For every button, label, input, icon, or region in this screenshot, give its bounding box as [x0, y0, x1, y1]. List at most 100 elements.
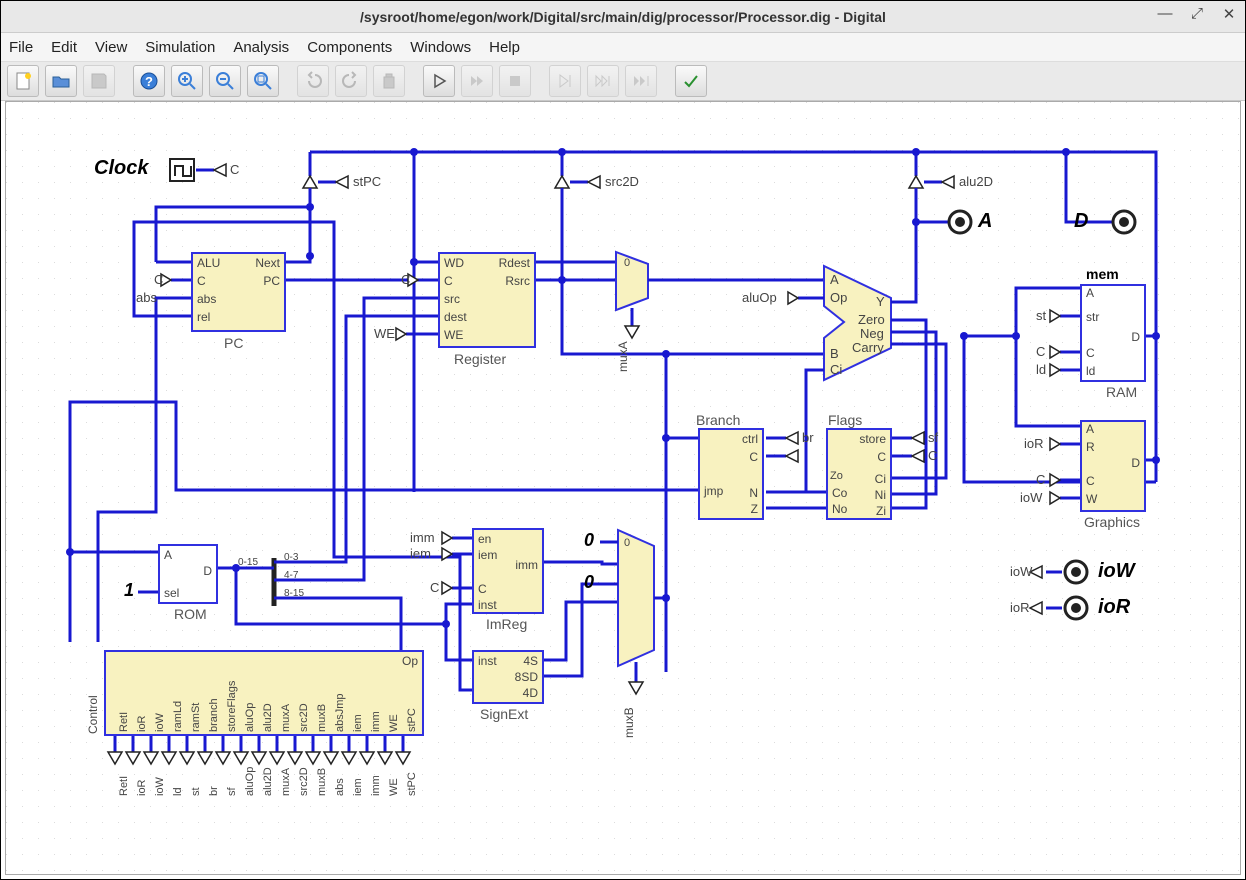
signext-8sd: 8SD — [515, 670, 538, 684]
imreg-c: C — [478, 582, 487, 596]
control-col-iem: iem — [352, 714, 364, 732]
alu-op: Op — [830, 290, 847, 305]
run-to-break-button[interactable] — [625, 65, 657, 97]
control-out-src2D: src2D — [298, 767, 310, 796]
help-button[interactable]: ? — [133, 65, 165, 97]
window-controls: — ⤢ ✕ — [1155, 5, 1239, 23]
zoom-fit-button[interactable] — [247, 65, 279, 97]
control-name: Control — [86, 695, 100, 734]
menu-view[interactable]: View — [95, 39, 127, 56]
menu-edit[interactable]: Edit — [51, 39, 77, 56]
control-col-imm: imm — [370, 711, 382, 732]
ram-st-ext: st — [1036, 308, 1046, 323]
branch-z: Z — [751, 502, 758, 516]
menu-file[interactable]: File — [9, 39, 33, 56]
imreg-iem-ext: iem — [410, 546, 431, 561]
imreg-c-ext: C — [430, 580, 439, 595]
reg-pin-src: src — [444, 292, 460, 306]
probe-ior: ioR — [1098, 596, 1130, 619]
control-col-stPC: stPC — [406, 708, 418, 732]
rom-a: A — [164, 548, 172, 562]
menu-components[interactable]: Components — [307, 39, 392, 56]
pc-abs-ext: abs — [136, 290, 157, 305]
menu-help[interactable]: Help — [489, 39, 520, 56]
app-window: /sysroot/home/egon/work/Digital/src/main… — [0, 0, 1246, 880]
ram-a: A — [1086, 286, 1094, 300]
clock-component[interactable] — [169, 158, 195, 182]
signext-inst: inst — [478, 654, 497, 668]
close-button[interactable]: ✕ — [1219, 5, 1239, 23]
branch-name: Branch — [696, 412, 740, 428]
branch-component[interactable]: ctrl C jmp N Z — [698, 428, 764, 520]
imreg-imm-out: imm — [515, 558, 538, 572]
imreg-imm-ext: imm — [410, 530, 435, 545]
const-zero-a: 0 — [584, 530, 594, 551]
maximize-button[interactable]: ⤢ — [1187, 5, 1207, 23]
rom-sel: sel — [164, 586, 179, 600]
control-out-RetI: RetI — [118, 776, 130, 796]
pc-pin-next: Next — [255, 256, 280, 270]
undo-button[interactable] — [297, 65, 329, 97]
control-col-ramSt: ramSt — [190, 703, 202, 732]
fast-forward-button[interactable] — [461, 65, 493, 97]
control-out-br: br — [208, 786, 220, 796]
control-col-muxB: muxB — [316, 704, 328, 732]
control-out-abs: abs — [334, 778, 346, 796]
menu-simulation[interactable]: Simulation — [145, 39, 215, 56]
zoom-in-button[interactable] — [171, 65, 203, 97]
flags-name: Flags — [828, 412, 862, 428]
graphics-component[interactable]: A R D C W — [1080, 420, 1146, 512]
open-button[interactable] — [45, 65, 77, 97]
menubar: File Edit View Simulation Analysis Compo… — [1, 33, 1245, 61]
flags-component[interactable]: store C Co Ci No Ni Zo Zi — [826, 428, 892, 520]
pc-component[interactable]: ALU C abs rel Next PC — [191, 252, 286, 332]
delete-button[interactable] — [373, 65, 405, 97]
zoom-out-button[interactable] — [209, 65, 241, 97]
control-col-storeFlags: storeFlags — [226, 681, 238, 732]
signext-name: SignExt — [480, 706, 528, 722]
minimize-button[interactable]: — — [1155, 5, 1175, 23]
toolbar: ? — [1, 61, 1245, 101]
gfx-name: Graphics — [1084, 514, 1140, 530]
branch-jmp: jmp — [704, 484, 723, 498]
new-button[interactable] — [7, 65, 39, 97]
pc-pin-abs: abs — [197, 292, 216, 306]
save-button[interactable] — [83, 65, 115, 97]
pc-pin-pc: PC — [263, 274, 280, 288]
ram-ld-ext: ld — [1036, 362, 1046, 377]
src2d-label: src2D — [605, 174, 639, 189]
svg-text:?: ? — [145, 74, 153, 89]
control-out-alu2D: alu2D — [262, 767, 274, 796]
ram-component[interactable]: A str D C ld — [1080, 284, 1146, 382]
control-col-ioR: ioR — [136, 715, 148, 732]
signext-component[interactable]: inst 4S 8SD 4D — [472, 650, 544, 704]
redo-button[interactable] — [335, 65, 367, 97]
test-button[interactable] — [675, 65, 707, 97]
iow-tunnel: ioW — [1010, 564, 1032, 579]
control-out-muxA: muxA — [280, 768, 292, 796]
branch-c: C — [749, 450, 758, 464]
imreg-component[interactable]: en iem imm C inst — [472, 528, 544, 614]
clock-tunnel: C — [230, 162, 239, 177]
signext-4d: 4D — [523, 686, 538, 700]
stop-button[interactable] — [499, 65, 531, 97]
alu-b: B — [830, 346, 839, 361]
gfx-w: W — [1086, 492, 1097, 506]
control-out-muxB: muxB — [316, 768, 328, 796]
control-out-sf: sf — [226, 787, 238, 796]
menu-windows[interactable]: Windows — [410, 39, 471, 56]
menu-analysis[interactable]: Analysis — [233, 39, 289, 56]
gfx-iow-ext: ioW — [1020, 490, 1042, 505]
stpc-label: stPC — [353, 174, 381, 189]
circuit-canvas[interactable]: line.w,polyline.w{stroke:#1818d0;stroke-… — [5, 101, 1241, 875]
control-col-RetI: RetI — [118, 712, 130, 732]
register-component[interactable]: WD C src dest WE Rdest Rsrc — [438, 252, 536, 348]
run-button[interactable] — [423, 65, 455, 97]
rom-component[interactable]: A D sel — [158, 544, 218, 604]
step-button[interactable] — [549, 65, 581, 97]
micro-step-button[interactable] — [587, 65, 619, 97]
pc-pin-alu: ALU — [197, 256, 220, 270]
reg-pin-rdest: Rdest — [499, 256, 530, 270]
split-4-7: 4-7 — [284, 570, 298, 581]
control-out-ld: ld — [172, 787, 184, 796]
